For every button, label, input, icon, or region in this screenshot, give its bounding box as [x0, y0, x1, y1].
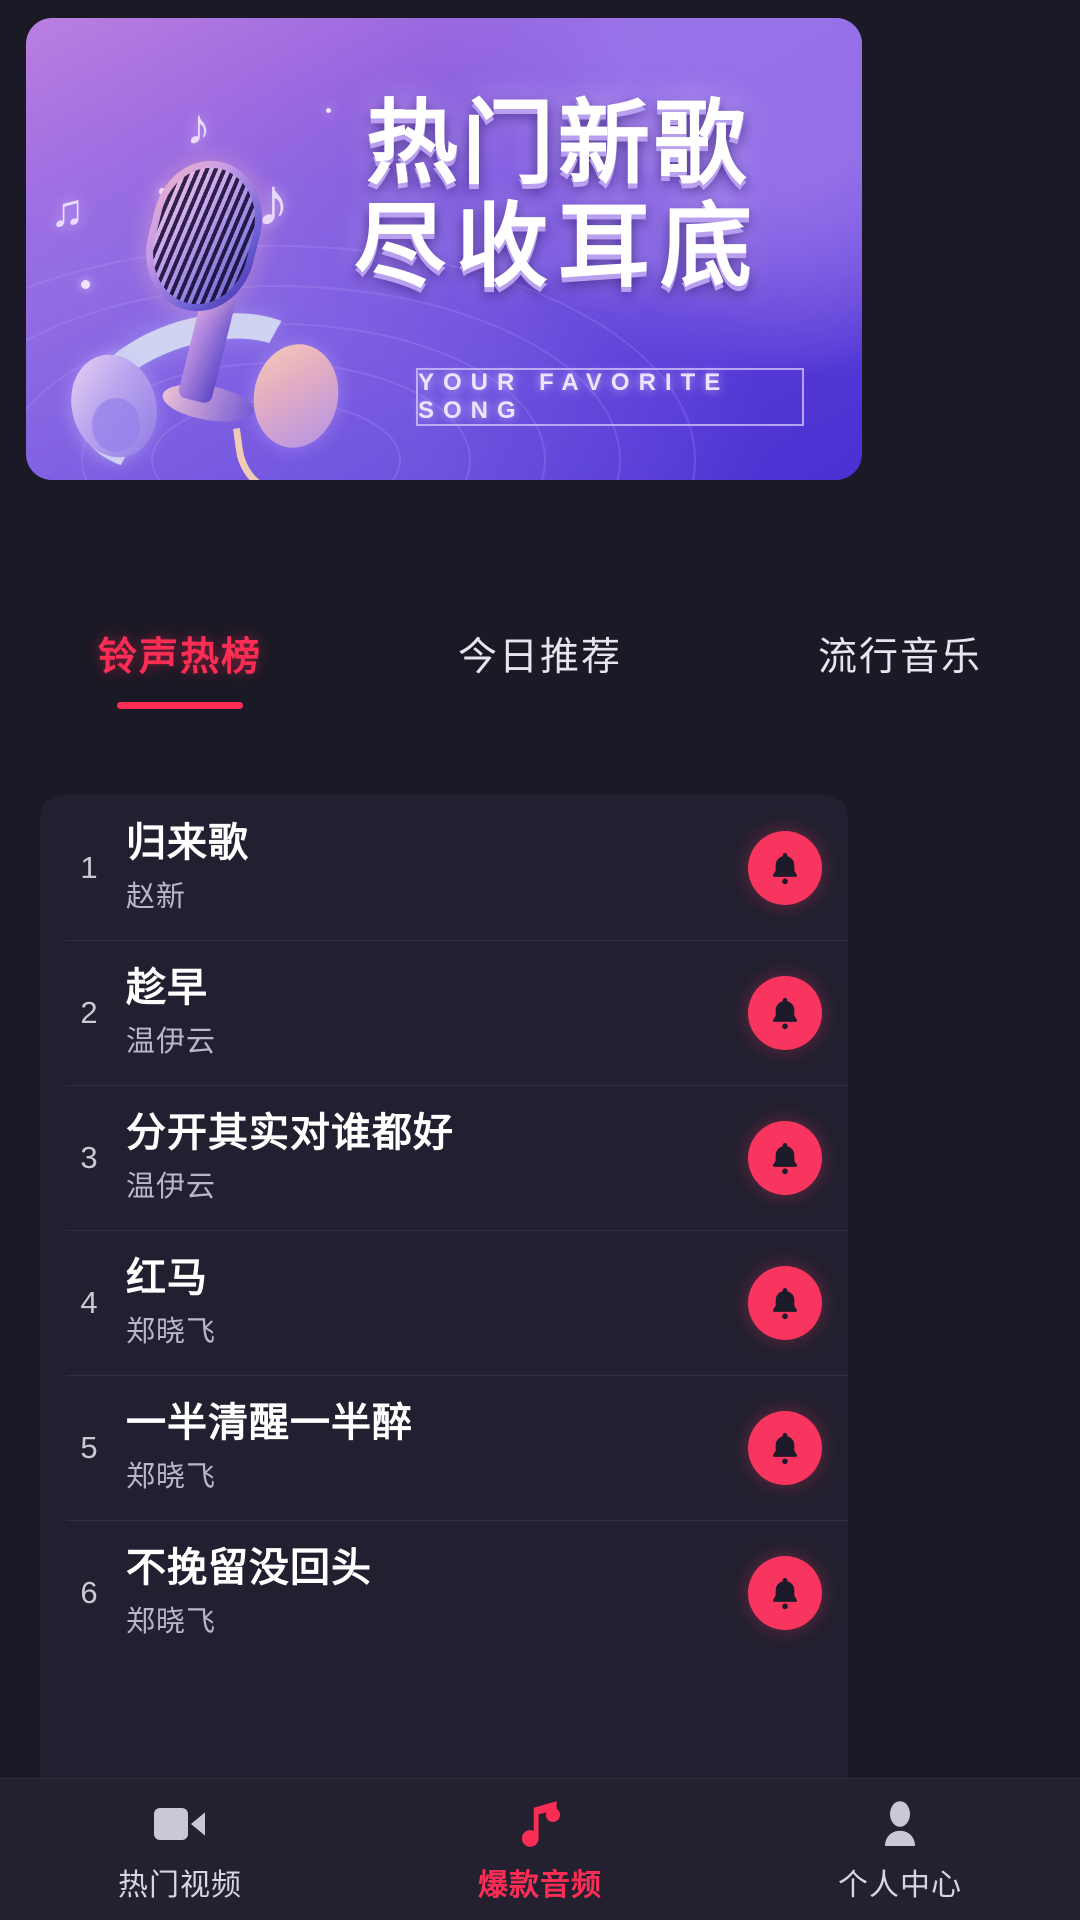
table-row[interactable]: 2 趁早 温伊云 [40, 940, 848, 1085]
set-ringtone-button[interactable] [748, 1265, 822, 1340]
banner-title-line2: 尽收耳底 [353, 193, 762, 301]
song-meta: 一半清醒一半醉 郑晓飞 [112, 1400, 748, 1495]
song-artist: 郑晓飞 [126, 1461, 217, 1494]
nav-label: 爆款音频 [478, 1868, 602, 1902]
tab-label: 今日推荐 [457, 636, 622, 679]
song-title: 归来歌 [126, 820, 249, 865]
music-note-icon [517, 1796, 563, 1852]
song-rank: 1 [80, 849, 98, 885]
category-tabs: 铃声热榜 今日推荐 流行音乐 [0, 610, 1080, 730]
tab-ringtone-hot[interactable]: 铃声热榜 [0, 610, 360, 730]
set-ringtone-button[interactable] [748, 975, 822, 1050]
app-root: ♪ ♪ ♫ 热门新歌 尽收耳底 YOUR FAVORITE SONG 铃声热榜 [0, 0, 1080, 1920]
tab-active-underline [117, 702, 243, 709]
bell-icon [772, 997, 798, 1029]
table-row[interactable]: 5 一半清醒一半醉 郑晓飞 [40, 1375, 848, 1520]
tab-label: 铃声热榜 [97, 636, 262, 679]
song-artist: 郑晓飞 [126, 1606, 217, 1639]
set-ringtone-button[interactable] [748, 1120, 822, 1195]
song-list: 1 归来歌 赵新 2 趁早 温伊云 3 分开其实对谁都好 温伊云 4 红马 郑晓… [40, 795, 848, 1817]
song-rank: 2 [80, 994, 98, 1030]
song-title: 不挽留没回头 [126, 1545, 372, 1590]
banner-title-line1: 热门新歌 [365, 90, 750, 197]
video-camera-icon [152, 1796, 208, 1852]
bell-icon [772, 1432, 798, 1464]
tab-label: 流行音乐 [817, 636, 982, 679]
song-title: 分开其实对谁都好 [126, 1110, 454, 1155]
nav-item-hot-audio[interactable]: 爆款音频 [360, 1796, 720, 1904]
bell-icon [772, 1142, 798, 1174]
nav-item-profile[interactable]: 个人中心 [720, 1796, 1080, 1904]
song-rank: 4 [80, 1284, 98, 1320]
song-title: 趁早 [126, 965, 208, 1010]
bottom-navigation: 热门视频 爆款音频 个人中心 [0, 1778, 1080, 1920]
table-row[interactable]: 4 红马 郑晓飞 [40, 1230, 848, 1375]
tab-pop-music[interactable]: 流行音乐 [720, 610, 1080, 730]
bell-icon [772, 1287, 798, 1319]
nav-label: 热门视频 [118, 1868, 242, 1902]
song-artist: 温伊云 [126, 1171, 217, 1204]
song-artist: 郑晓飞 [126, 1316, 217, 1349]
nav-item-hot-video[interactable]: 热门视频 [0, 1796, 360, 1904]
song-artist: 温伊云 [126, 1026, 217, 1059]
song-title: 一半清醒一半醉 [126, 1400, 413, 1445]
banner-tagline: YOUR FAVORITE SONG [416, 368, 804, 426]
table-row[interactable]: 6 不挽留没回头 郑晓飞 [40, 1520, 848, 1665]
bell-icon [772, 1577, 798, 1609]
set-ringtone-button[interactable] [748, 830, 822, 905]
song-meta: 归来歌 赵新 [112, 820, 748, 915]
set-ringtone-button[interactable] [748, 1410, 822, 1485]
song-meta: 不挽留没回头 郑晓飞 [112, 1545, 748, 1640]
set-ringtone-button[interactable] [748, 1555, 822, 1630]
bell-icon [772, 852, 798, 884]
song-meta: 分开其实对谁都好 温伊云 [112, 1110, 748, 1205]
tab-today-recommend[interactable]: 今日推荐 [360, 610, 720, 730]
song-rank: 3 [80, 1139, 98, 1175]
banner-title: 热门新歌 尽收耳底 [298, 92, 818, 298]
table-row[interactable]: 1 归来歌 赵新 [40, 795, 848, 940]
song-meta: 红马 郑晓飞 [112, 1255, 748, 1350]
song-rank: 6 [80, 1574, 98, 1610]
promo-banner[interactable]: ♪ ♪ ♫ 热门新歌 尽收耳底 YOUR FAVORITE SONG [26, 18, 862, 480]
song-artist: 赵新 [126, 881, 187, 914]
song-title: 红马 [126, 1255, 208, 1300]
person-icon [878, 1796, 922, 1852]
table-row[interactable]: 3 分开其实对谁都好 温伊云 [40, 1085, 848, 1230]
nav-label: 个人中心 [838, 1868, 962, 1902]
song-rank: 5 [80, 1429, 98, 1465]
song-meta: 趁早 温伊云 [112, 965, 748, 1060]
